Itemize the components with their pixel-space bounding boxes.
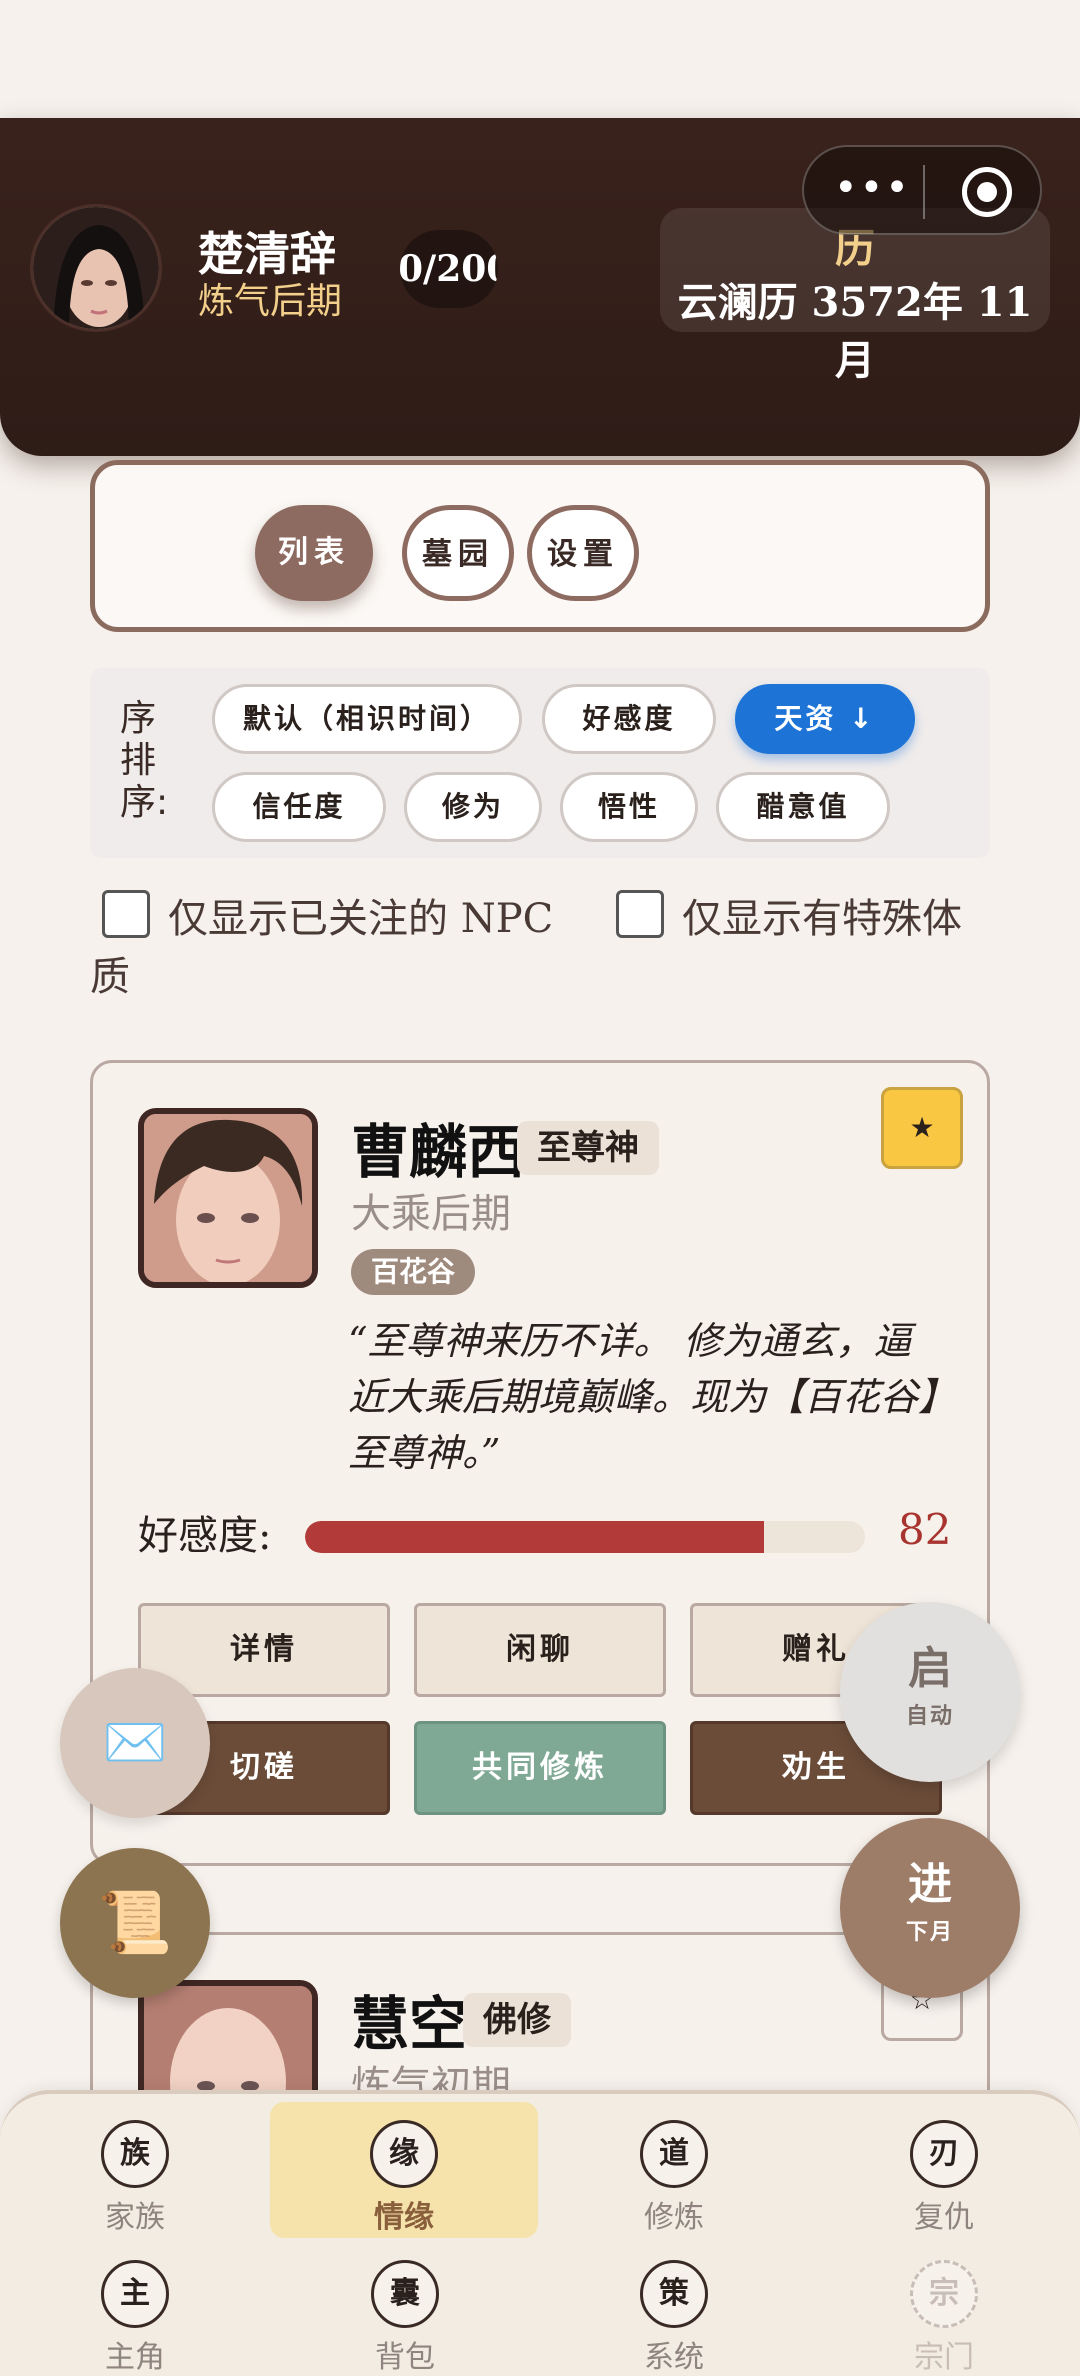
special-physique-checkbox[interactable] bbox=[615, 890, 664, 938]
protagonist-icon: 主 bbox=[101, 2260, 169, 2328]
close-record-icon[interactable] bbox=[962, 167, 1012, 217]
favor-value: 82 bbox=[898, 1505, 952, 1554]
player-avatar[interactable] bbox=[30, 204, 162, 332]
mail-button[interactable]: ✉️ bbox=[60, 1668, 210, 1818]
nav-item-sect: 宗 宗门 bbox=[854, 2260, 1034, 2376]
npc-portrait[interactable] bbox=[138, 1108, 318, 1288]
miniprogram-capsule: ••• bbox=[802, 145, 1042, 235]
cultivation-progress-pill: 0/2000 bbox=[400, 230, 498, 308]
nav-item-revenge[interactable]: 刃 复仇 bbox=[854, 2120, 1034, 2236]
favor-label: 好感度: bbox=[138, 1513, 272, 1559]
followed-only-checkbox[interactable] bbox=[102, 890, 150, 938]
nav-item-system[interactable]: 策 系统 bbox=[584, 2260, 764, 2376]
tab-cemetery[interactable]: 墓园 bbox=[402, 505, 514, 601]
player-realm: 炼气后期 bbox=[198, 281, 343, 322]
auto-advance-button[interactable]: 启 自动 bbox=[840, 1602, 1020, 1782]
npc-sect-badge: 百花谷 bbox=[351, 1249, 476, 1295]
view-tabs: 列表 墓园 设置 bbox=[90, 460, 990, 632]
nav-label: 宗门 bbox=[914, 2340, 974, 2375]
more-dots-icon[interactable]: ••• bbox=[834, 168, 909, 213]
strategy-icon: 策 bbox=[640, 2260, 708, 2328]
player-portrait-image bbox=[33, 207, 159, 329]
npc-name: 曹麟西 bbox=[351, 1118, 526, 1186]
mail-icon: ✉️ bbox=[102, 1713, 168, 1773]
npc-realm: 大乘后期 bbox=[351, 1191, 511, 1237]
nav-item-romance[interactable]: 缘 情缘 bbox=[270, 2102, 538, 2238]
sort-option-comprehension[interactable]: 悟性 bbox=[560, 772, 698, 842]
capsule-divider bbox=[923, 165, 925, 219]
npc-card: 曹麟西 至尊神 大乘后期 百花谷 “至尊神来历不详。 修为通玄，逼近大乘后期境巅… bbox=[90, 1060, 990, 1866]
calendar-date: 云澜历 3572年 11月 bbox=[677, 279, 1033, 384]
tab-settings[interactable]: 设置 bbox=[527, 505, 639, 601]
chat-button[interactable]: 闲聊 bbox=[414, 1603, 666, 1697]
npc-quote: “至尊神来历不详。 修为通玄，逼近大乘后期境巅峰。现为【百花谷】至尊神。” bbox=[348, 1319, 938, 1475]
sort-option-trust[interactable]: 信任度 bbox=[212, 772, 386, 842]
auto-label: 自动 bbox=[905, 1704, 954, 1729]
favor-bar-fill bbox=[305, 1521, 765, 1553]
star-icon: ★ bbox=[909, 1111, 935, 1144]
family-icon: 族 bbox=[101, 2120, 169, 2188]
nav-label: 情缘 bbox=[374, 2200, 434, 2235]
sort-option-talent[interactable]: 天资 ↓ bbox=[735, 684, 915, 754]
sect-icon: 宗 bbox=[910, 2260, 978, 2328]
npc-portrait-image bbox=[144, 1114, 312, 1282]
blade-icon: 刃 bbox=[910, 2120, 978, 2188]
sort-label: 序排序: bbox=[120, 698, 169, 823]
next-glyph: 进 bbox=[908, 1859, 952, 1910]
sort-option-favor[interactable]: 好感度 bbox=[542, 684, 716, 754]
nav-item-backpack[interactable]: 囊 背包 bbox=[315, 2260, 495, 2376]
npc-title-badge: 至尊神 bbox=[517, 1121, 659, 1175]
bag-icon: 囊 bbox=[371, 2260, 439, 2328]
favor-bar bbox=[305, 1521, 865, 1553]
auto-glyph: 启 bbox=[908, 1643, 952, 1694]
sort-option-cultivation[interactable]: 修为 bbox=[404, 772, 542, 842]
sort-option-default[interactable]: 默认（相识时间） bbox=[212, 684, 522, 754]
co-cultivate-button[interactable]: 共同修炼 bbox=[414, 1721, 666, 1815]
sort-option-jealousy[interactable]: 醋意值 bbox=[716, 772, 890, 842]
scroll-icon: 📜 bbox=[97, 1888, 173, 1958]
follow-star-button[interactable]: ★ bbox=[881, 1087, 963, 1169]
nav-label: 系统 bbox=[644, 2340, 704, 2375]
scroll-button[interactable]: 📜 bbox=[60, 1848, 210, 1998]
nav-label: 背包 bbox=[375, 2340, 435, 2375]
npc-name: 慧空 bbox=[351, 1990, 468, 2058]
next-label: 下月 bbox=[905, 1920, 954, 1945]
followed-only-label: 仅显示已关注的 NPC bbox=[168, 896, 554, 942]
tab-list[interactable]: 列表 bbox=[255, 505, 373, 601]
filter-options: 仅显示已关注的 NPC 仅显示有特殊体质 bbox=[90, 890, 990, 1006]
nav-label: 家族 bbox=[105, 2200, 165, 2235]
next-month-button[interactable]: 进 下月 bbox=[840, 1818, 1020, 1998]
romance-icon: 缘 bbox=[370, 2120, 438, 2188]
bottom-nav: 族 家族 缘 情缘 道 修炼 刃 复仇 主 主角 囊 背包 策 系统 宗 宗门 bbox=[0, 2090, 1080, 2376]
nav-label: 复仇 bbox=[914, 2200, 974, 2235]
nav-item-protagonist[interactable]: 主 主角 bbox=[45, 2260, 225, 2376]
dao-icon: 道 bbox=[640, 2120, 708, 2188]
npc-title-badge: 佛修 bbox=[463, 1993, 571, 2047]
nav-item-cultivation[interactable]: 道 修炼 bbox=[584, 2120, 764, 2236]
nav-item-family[interactable]: 族 家族 bbox=[45, 2120, 225, 2246]
nav-label: 修炼 bbox=[644, 2200, 704, 2235]
sort-panel: 序排序: 默认（相识时间） 好感度 天资 ↓ 信任度 修为 悟性 醋意值 bbox=[90, 668, 990, 858]
nav-label: 主角 bbox=[105, 2340, 165, 2375]
